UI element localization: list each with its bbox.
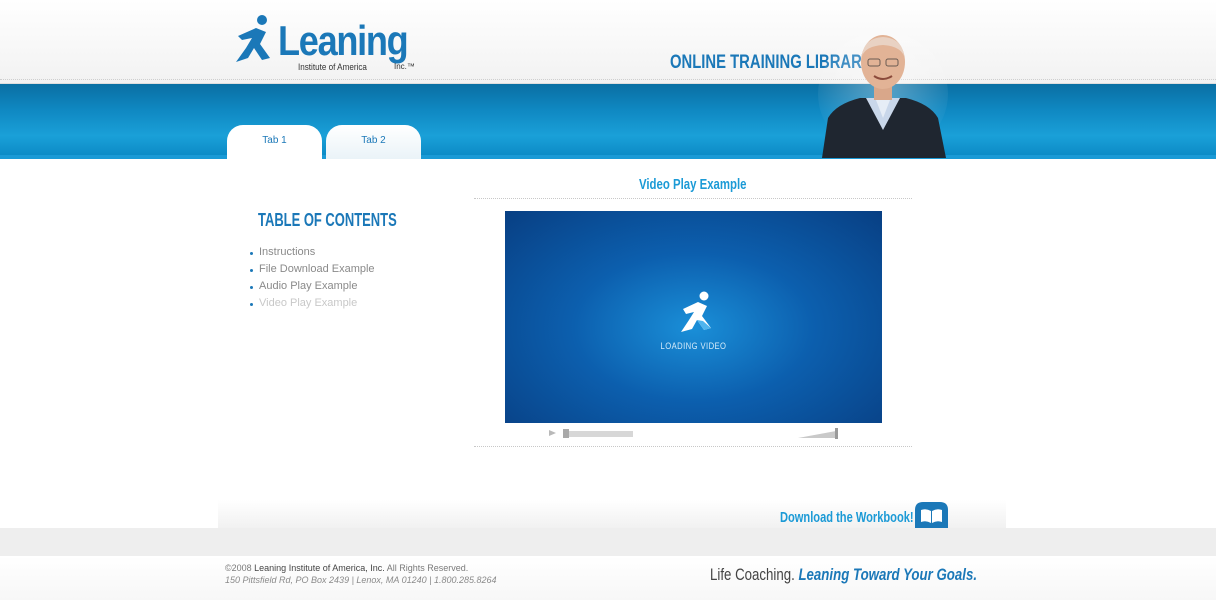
divider <box>474 198 912 199</box>
runner-icon <box>681 291 711 332</box>
book-icon <box>915 502 948 529</box>
divider <box>474 446 912 447</box>
tab-1[interactable]: Tab 1 <box>227 125 322 161</box>
toc-item-audio-play[interactable]: Audio Play Example <box>250 278 375 295</box>
logo-inc: Inc.™ <box>394 62 415 71</box>
video-loading-label: LOADING VIDEO <box>660 341 727 351</box>
address: 150 Pittsfield Rd, PO Box 2439 | Lenox, … <box>225 575 497 585</box>
seek-handle[interactable] <box>563 429 569 438</box>
page-title: Video Play Example <box>474 176 912 193</box>
video-player[interactable]: LOADING VIDEO <box>505 211 882 423</box>
copyright-prefix: ©2008 <box>225 563 255 573</box>
toc-title: TABLE OF CONTENTS <box>258 210 397 230</box>
toc-item-instructions[interactable]: Instructions <box>250 244 375 261</box>
video-controls <box>505 426 882 442</box>
toc-item-video-play[interactable]: Video Play Example <box>250 295 375 312</box>
logo[interactable]: Leaning Institute of America Inc.™ <box>232 12 422 74</box>
download-workbook-button[interactable]: Download the Workbook! <box>780 498 952 530</box>
toc-list: Instructions File Download Example Audio… <box>250 244 375 312</box>
slogan-part-1: Life Coaching. <box>710 565 799 584</box>
logo-wordmark: Leaning <box>278 17 409 64</box>
tab-2[interactable]: Tab 2 <box>326 125 421 159</box>
toc-item-file-download[interactable]: File Download Example <box>250 261 375 278</box>
logo-subtitle: Institute of America <box>298 62 367 72</box>
header <box>0 0 1216 84</box>
company-name: Leaning Institute of America, Inc. <box>254 563 385 573</box>
seek-bar[interactable] <box>563 431 633 437</box>
slogan-part-2: Leaning Toward Your Goals. <box>798 565 978 584</box>
header-band-line <box>0 155 1216 159</box>
slogan: Life Coaching. Leaning Toward Your Goals… <box>710 565 977 585</box>
page: Leaning Institute of America Inc.™ ONLIN… <box>0 0 1216 600</box>
copyright: ©2008 Leaning Institute of America, Inc.… <box>225 563 468 573</box>
volume-slider[interactable] <box>798 428 838 439</box>
header-band <box>0 84 1216 158</box>
download-workbook-label: Download the Workbook! <box>780 509 914 526</box>
play-icon[interactable] <box>549 430 556 436</box>
page-title-text: Video Play Example <box>639 176 747 193</box>
runner-logo-icon <box>236 15 270 62</box>
footer-band <box>0 528 1216 556</box>
rights-text: All Rights Reserved. <box>384 563 469 573</box>
footer <box>0 556 1216 600</box>
presenter-photo <box>818 34 948 158</box>
